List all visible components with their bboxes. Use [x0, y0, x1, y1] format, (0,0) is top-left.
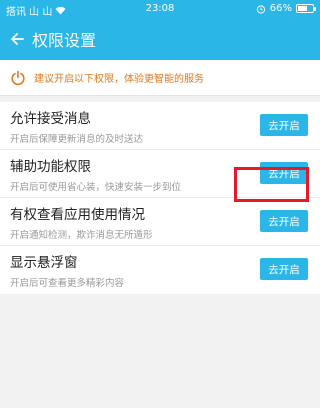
back-arrow-icon[interactable] [2, 18, 32, 60]
enable-overlay-button[interactable]: 去开启 [260, 258, 308, 280]
background-area [0, 342, 320, 408]
permission-list: 允许接受消息 开启后保障更新消息的及时送达 去开启 辅助功能权限 开启后可使用省… [0, 102, 320, 294]
permission-row-overlay: 显示悬浮窗 开启后可查看更多精彩内容 去开启 [0, 246, 320, 294]
permission-title: 显示悬浮窗 [10, 255, 78, 271]
permission-desc: 开启后可查看更多精彩内容 [10, 278, 125, 289]
battery-icon [296, 4, 316, 13]
alarm-icon [256, 4, 265, 14]
battery-percent: 66% [269, 3, 292, 14]
page-title: 权限设置 [32, 31, 97, 50]
notice-bar: 建议开启以下权限，体验更智能的服务 [0, 60, 320, 96]
permission-desc: 开启后保障更新消息的及时送达 [10, 134, 144, 145]
permission-row-messages: 允许接受消息 开启后保障更新消息的及时送达 去开启 [0, 102, 320, 150]
status-right: 66% [256, 3, 316, 14]
permission-row-accessibility: 辅助功能权限 开启后可使用省心装，快速安装一步到位 去开启 [0, 150, 320, 198]
permission-title: 有权查看应用使用情况 [10, 207, 145, 223]
permission-title: 辅助功能权限 [10, 159, 91, 175]
permission-title: 允许接受消息 [10, 111, 91, 127]
title-bar: 权限设置 [0, 18, 320, 60]
enable-accessibility-button[interactable]: 去开启 [260, 162, 308, 184]
notice-text: 建议开启以下权限，体验更智能的服务 [34, 74, 204, 85]
power-icon [11, 70, 25, 85]
permission-row-usage-access: 有权查看应用使用情况 开启通知检测，欺诈消息无所遁形 去开启 [0, 198, 320, 246]
status-bar: 搭讯 山 山 23:08 66% [0, 0, 320, 18]
permission-desc: 开启后可使用省心装，快速安装一步到位 [10, 182, 182, 193]
enable-usage-access-button[interactable]: 去开启 [260, 210, 308, 232]
enable-messages-button[interactable]: 去开启 [260, 114, 308, 136]
permission-desc: 开启通知检测，欺诈消息无所遁形 [10, 230, 153, 241]
battery-fill [298, 6, 308, 11]
